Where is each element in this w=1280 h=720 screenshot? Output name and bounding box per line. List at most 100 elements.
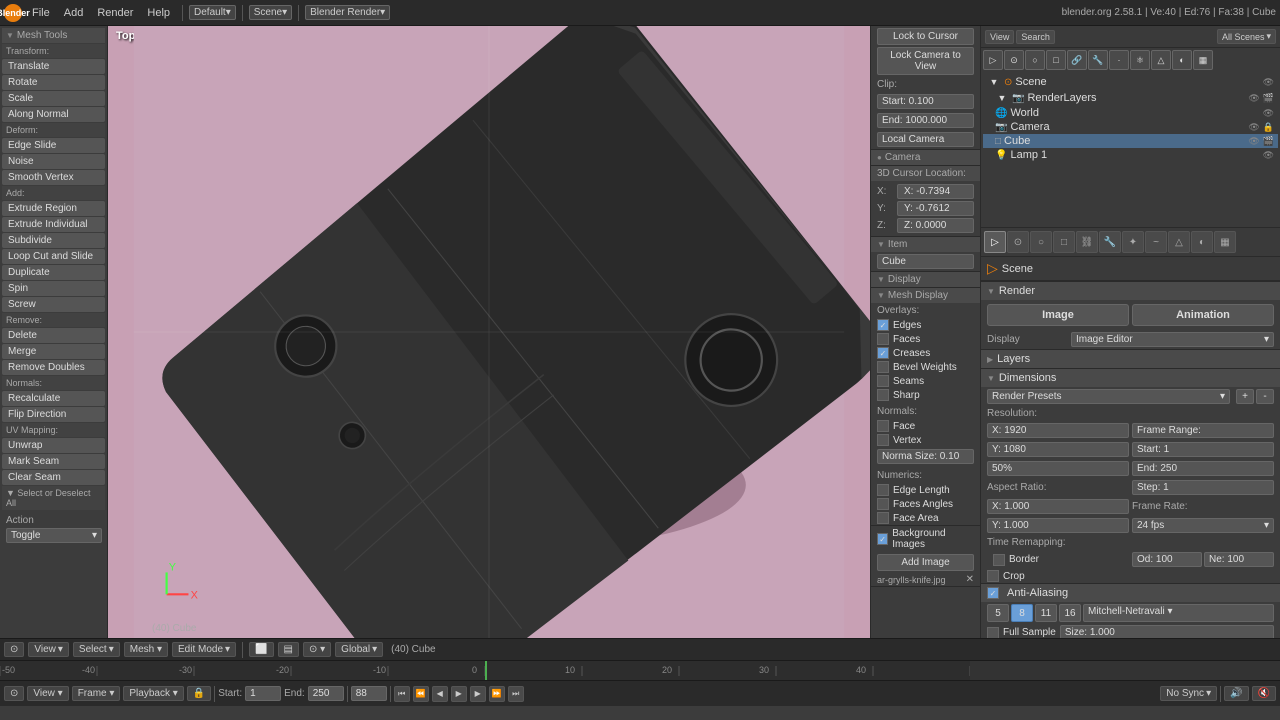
layout-dropdown[interactable]: Default ▾ xyxy=(189,5,236,20)
btn-subdivide[interactable]: Subdivide xyxy=(2,233,105,248)
res-y-field[interactable]: Y: 1080 xyxy=(987,442,1129,457)
fps-dropdown[interactable]: 24 fps ▾ xyxy=(1132,518,1274,533)
tab-material[interactable]: ◐ xyxy=(1191,231,1213,253)
mesh-display-header[interactable]: ▼ Mesh Display xyxy=(871,288,980,303)
normals-section[interactable]: Normals: xyxy=(2,376,105,390)
display-dropdown[interactable]: Image Editor ▾ xyxy=(1071,332,1274,347)
presets-dropdown[interactable]: Render Presets ▾ xyxy=(987,389,1230,404)
btn-spin[interactable]: Spin xyxy=(2,281,105,296)
coord-dropdown[interactable]: Global ▾ xyxy=(335,642,383,657)
btn-extrude-individual[interactable]: Extrude Individual xyxy=(2,217,105,232)
render-engine-dropdown[interactable]: Blender Render ▾ xyxy=(305,5,390,20)
camera-header[interactable]: ● Camera xyxy=(871,150,980,165)
btn-along-normal[interactable]: Along Normal xyxy=(2,107,105,122)
tab-particles[interactable]: ✦ xyxy=(1122,231,1144,253)
mesh-tools-title[interactable]: ▼ Mesh Tools xyxy=(2,28,105,43)
props-constraints-icon[interactable]: 🔗 xyxy=(1067,50,1087,70)
timeline-lock-btn[interactable]: 🔒 xyxy=(187,686,211,701)
btn-unwrap[interactable]: Unwrap xyxy=(2,438,105,453)
props-scene-icon[interactable]: ⊙ xyxy=(1004,50,1024,70)
aa-checkbox[interactable]: ✓ xyxy=(987,587,999,599)
tab-render[interactable]: ▷ xyxy=(984,231,1006,253)
transform-section[interactable]: Transform: xyxy=(2,44,105,58)
tab-data[interactable]: △ xyxy=(1168,231,1190,253)
search-btn[interactable]: Search xyxy=(1016,30,1055,44)
mesh-menu[interactable]: Mesh ▾ xyxy=(124,642,168,657)
res-x-field[interactable]: X: 1920 xyxy=(987,423,1129,438)
timeline-playback-menu[interactable]: Playback ▾ xyxy=(123,686,183,701)
btn-clear-seam[interactable]: Clear Seam xyxy=(2,470,105,485)
deform-section[interactable]: Deform: xyxy=(2,123,105,137)
local-camera-field[interactable]: Local Camera xyxy=(877,132,974,147)
btn-duplicate[interactable]: Duplicate xyxy=(2,265,105,280)
cursor-z-field[interactable]: Z: 0.0000 xyxy=(897,218,974,233)
timeline-view-menu[interactable]: View ▾ xyxy=(27,686,68,701)
old-field[interactable]: Od: 100 xyxy=(1132,552,1202,567)
props-object-icon[interactable]: □ xyxy=(1046,50,1066,70)
edges-checkbox[interactable]: ✓ xyxy=(877,319,889,331)
tab-scene[interactable]: ⊙ xyxy=(1007,231,1029,253)
tab-modifier[interactable]: 🔧 xyxy=(1099,231,1121,253)
btn-remove-doubles[interactable]: Remove Doubles xyxy=(2,360,105,375)
props-render-icon[interactable]: ▷ xyxy=(983,50,1003,70)
cube-render-icon[interactable]: 🎬 xyxy=(1263,136,1274,147)
viewport[interactable]: Top Ortho xyxy=(108,26,870,638)
render-header[interactable]: ▼ Render xyxy=(981,282,1280,300)
render-animation-btn[interactable]: Animation xyxy=(1132,304,1274,326)
btn-merge[interactable]: Merge xyxy=(2,344,105,359)
props-physics-icon[interactable]: ⚛ xyxy=(1130,50,1150,70)
tab-object[interactable]: □ xyxy=(1053,231,1075,253)
timeline-editor-icon[interactable]: ⊙ xyxy=(4,686,24,701)
btn-translate[interactable]: Translate xyxy=(2,59,105,74)
scene-dropdown[interactable]: Scene ▾ xyxy=(249,5,292,20)
props-data-icon[interactable]: △ xyxy=(1151,50,1171,70)
all-scenes-dropdown[interactable]: All Scenes ▾ xyxy=(1217,29,1276,44)
aa-filter-dropdown[interactable]: Mitchell-Netravali ▾ xyxy=(1083,604,1274,622)
res-pct-field[interactable]: 50% xyxy=(987,461,1129,476)
add-image-btn[interactable]: Add Image xyxy=(877,554,974,571)
display-header[interactable]: ▼ Display xyxy=(871,272,980,287)
aa-btn-16[interactable]: 16 xyxy=(1059,604,1081,622)
camera-eye-icon[interactable]: 👁 xyxy=(1248,122,1259,133)
scene-eye-icon[interactable]: 👁 xyxy=(1263,77,1274,88)
lock-cursor-btn[interactable]: Lock to Cursor xyxy=(877,28,974,45)
world-eye-icon[interactable]: 👁 xyxy=(1263,108,1274,119)
aa-btn-5[interactable]: 5 xyxy=(987,604,1009,622)
norma-size-field[interactable]: Norma Size: 0.10 xyxy=(877,449,974,464)
tree-item-cube[interactable]: □ Cube 👁 🎬 xyxy=(983,134,1278,148)
edge-length-checkbox[interactable] xyxy=(877,484,889,496)
mode-dropdown[interactable]: Edit Mode ▾ xyxy=(172,642,236,657)
tree-item-world[interactable]: 🌐 World 👁 xyxy=(983,106,1278,120)
pivot-dropdown[interactable]: ⊙ ▾ xyxy=(303,642,331,657)
step-field[interactable]: Step: 1 xyxy=(1132,480,1274,495)
menu-file[interactable]: File xyxy=(26,5,56,21)
props-material-icon[interactable]: ◐ xyxy=(1172,50,1192,70)
faces-checkbox[interactable] xyxy=(877,333,889,345)
btn-recalculate[interactable]: Recalculate xyxy=(2,391,105,406)
render-image-btn[interactable]: Image xyxy=(987,304,1129,326)
btn-edge-slide[interactable]: Edge Slide xyxy=(2,138,105,153)
border-checkbox[interactable] xyxy=(993,554,1005,566)
presets-remove-btn[interactable]: - xyxy=(1256,389,1274,404)
view-btn[interactable]: View xyxy=(985,30,1014,44)
btn-mark-seam[interactable]: Mark Seam xyxy=(2,454,105,469)
mute-btn[interactable]: 🔇 xyxy=(1252,686,1276,701)
statusbar-editor-icon[interactable]: ⊙ xyxy=(4,642,24,657)
tree-item-lamp[interactable]: 💡 Lamp 1 👁 xyxy=(983,148,1278,162)
seams-checkbox[interactable] xyxy=(877,375,889,387)
prev-frame-btn[interactable]: ◀ xyxy=(432,686,448,702)
btn-scale[interactable]: Scale xyxy=(2,91,105,106)
clip-start-field[interactable]: Start: 0.100 xyxy=(877,94,974,109)
cursor-x-field[interactable]: X: -0.7394 xyxy=(897,184,974,199)
sync-dropdown[interactable]: No Sync ▾ xyxy=(1160,686,1217,701)
next-frame-btn[interactable]: ▶ xyxy=(470,686,486,702)
layers-header[interactable]: ▶ Layers xyxy=(981,350,1280,368)
tab-texture[interactable]: ▦ xyxy=(1214,231,1236,253)
end-frame-field[interactable]: 250 xyxy=(308,686,344,701)
bevel-checkbox[interactable] xyxy=(877,361,889,373)
creases-checkbox[interactable]: ✓ xyxy=(877,347,889,359)
faces-angles-checkbox[interactable] xyxy=(877,498,889,510)
tree-item-renderlayers[interactable]: ▼ 📷 RenderLayers 👁 🎬 xyxy=(983,90,1278,106)
btn-delete[interactable]: Delete xyxy=(2,328,105,343)
crop-checkbox[interactable] xyxy=(987,570,999,582)
